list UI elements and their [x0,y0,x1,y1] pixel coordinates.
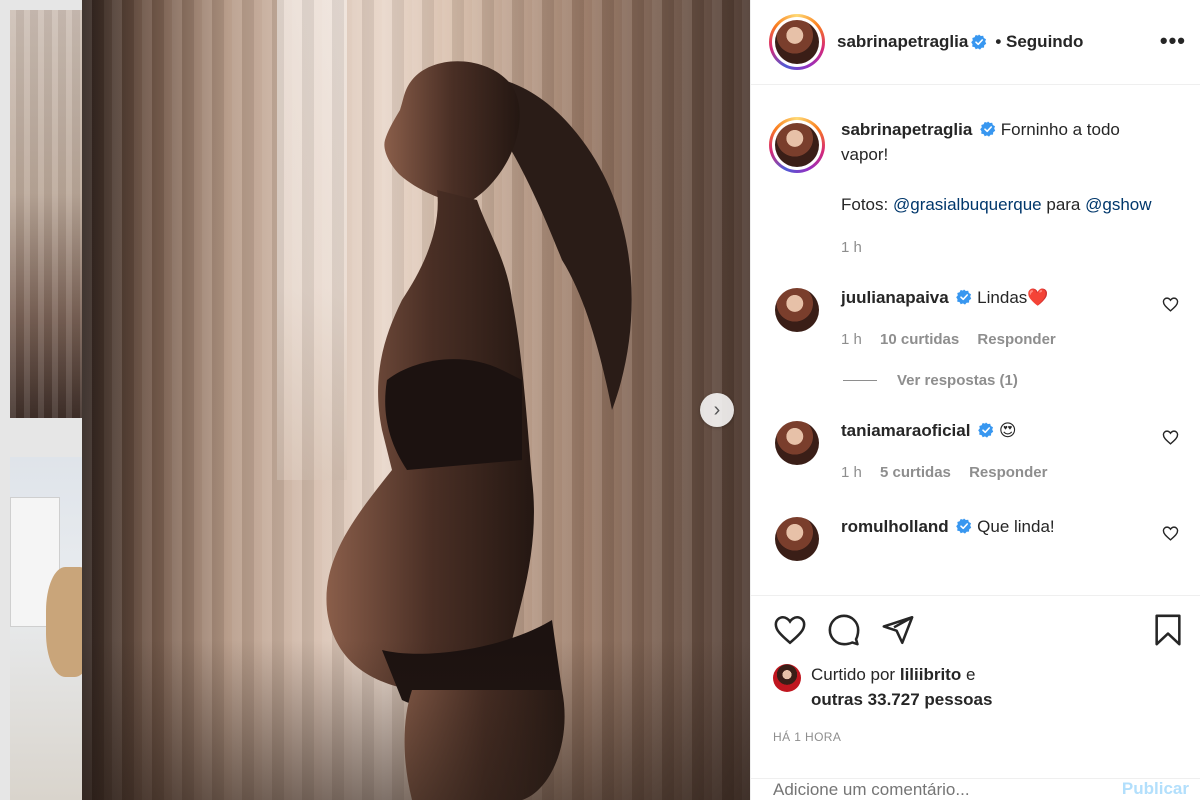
caption-timestamp[interactable]: 1 h [841,239,862,256]
chevron-right-icon: › [713,398,721,421]
comment-likes[interactable]: 5 curtidas [880,464,951,481]
like-comment-heart-icon[interactable] [1162,296,1179,313]
like-comment-heart-icon[interactable] [1162,429,1179,446]
photo-shadow [82,640,750,800]
commenter-avatar[interactable] [775,517,819,561]
share-send-icon[interactable] [881,613,915,647]
background-thumbnail [10,457,94,800]
comment-username[interactable]: juulianapaiva [841,288,949,307]
add-comment-bar: Publicar [751,778,1200,800]
comment-input[interactable] [773,779,1073,800]
publish-button[interactable]: Publicar [1122,779,1189,799]
commenter-avatar[interactable] [775,421,819,465]
verified-badge-icon [956,289,972,305]
liked-by-and: e [965,665,976,684]
comment-text: Que linda! [977,517,1055,536]
like-comment-heart-icon[interactable] [1162,525,1179,542]
liked-by-prefix: Curtido por [811,665,896,684]
view-replies[interactable]: Ver respostas (1) [843,372,1185,389]
mention-link[interactable]: @gshow [1085,195,1151,214]
author-avatar [775,20,819,64]
reply-button[interactable]: Responder [969,464,1047,481]
author-username[interactable]: sabrinapetraglia [837,32,968,52]
caption-connector: para [1046,195,1081,214]
liked-by: Curtido por liliibrito e outras 33.727 p… [773,662,1185,712]
liked-by-others[interactable]: outras 33.727 pessoas [811,690,992,709]
replies-divider [843,380,877,381]
background-feed [0,0,94,800]
like-heart-icon[interactable] [773,613,807,647]
comment-time[interactable]: 1 h [841,464,862,481]
verified-badge-icon [971,34,987,50]
post-actions: Curtido por liliibrito e outras 33.727 p… [751,595,1200,744]
comment-likes[interactable]: 10 curtidas [880,331,959,348]
post-timestamp[interactable]: HÁ 1 HORA [773,730,1185,744]
more-options-icon[interactable]: ••• [1160,28,1186,54]
author-avatar [775,123,819,167]
next-photo-button[interactable]: › [700,393,734,427]
comments-list[interactable]: sabrinapetraglia Forninho a todo vapor! … [751,86,1200,594]
background-thumbnail [10,10,82,418]
liker-avatar[interactable] [773,664,801,692]
reply-button[interactable]: Responder [977,331,1055,348]
post-caption: sabrinapetraglia Forninho a todo vapor! … [769,117,1185,260]
verified-badge-icon [956,518,972,534]
story-ring[interactable] [769,117,825,173]
comment-item: romulholland Que linda! [769,515,1185,561]
comment-username[interactable]: romulholland [841,517,949,536]
comment-username[interactable]: taniamaraoficial [841,421,970,440]
post-header: sabrinapetraglia • Seguindo ••• [751,0,1200,85]
comment-bubble-icon[interactable] [827,613,861,647]
comment-item: juulianapaiva Lindas❤️ 1 h 10 curtidas R… [769,286,1185,352]
view-replies-label[interactable]: Ver respostas (1) [897,372,1018,389]
verified-badge-icon [980,121,996,137]
post-photo[interactable] [82,0,750,800]
mention-link[interactable]: @grasialbuquerque [893,195,1042,214]
follow-status[interactable]: • Seguindo [995,32,1083,52]
verified-badge-icon [978,422,994,438]
comment-text: 😍 [998,421,1017,440]
comment-item: taniamaraoficial 😍 1 h 5 curtidas Respon… [769,419,1185,485]
post-panel: sabrinapetraglia • Seguindo ••• sabrinap… [750,0,1200,800]
comment-time[interactable]: 1 h [841,331,862,348]
comment-text: Lindas❤️ [977,288,1049,307]
save-bookmark-icon[interactable] [1151,613,1185,647]
liked-by-user[interactable]: liliibrito [900,665,961,684]
commenter-avatar[interactable] [775,288,819,332]
caption-credit: Fotos: [841,195,889,214]
caption-username[interactable]: sabrinapetraglia [841,120,972,139]
story-ring[interactable] [769,14,825,70]
